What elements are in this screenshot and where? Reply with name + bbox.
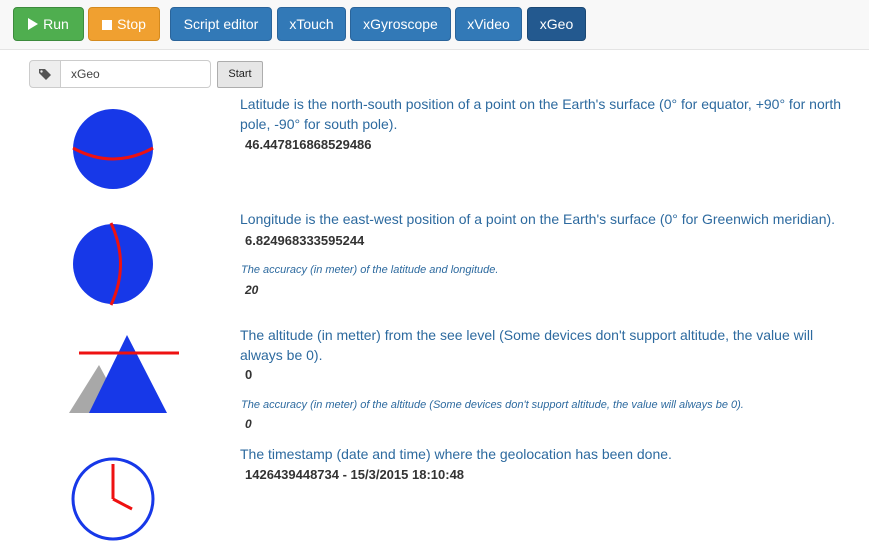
altitude-value: 0 (245, 367, 253, 382)
start-button[interactable]: Start (217, 61, 263, 88)
latitude-globe-icon (72, 109, 154, 189)
altitude-accuracy-description: The accuracy (in meter) of the altitude … (241, 399, 744, 411)
tab-xgeo[interactable]: xGeo (527, 7, 586, 41)
tab-script-editor[interactable]: Script editor (170, 7, 272, 41)
longitude-accuracy-value: 20 (245, 283, 259, 297)
stop-icon (102, 20, 113, 30)
longitude-value: 6.824968333595244 (245, 233, 365, 248)
tab-xvideo[interactable]: xVideo (455, 7, 522, 41)
run-button[interactable]: Run (13, 7, 84, 41)
longitude-accuracy-description: The accuracy (in meter) of the latitude … (241, 264, 499, 276)
longitude-description: Longitude is the east-west position of a… (240, 211, 836, 227)
toolbar: Run Stop Script editor xTouch xGyroscope… (0, 0, 869, 50)
altitude-description: The altitude (in metter) from the see le… (240, 327, 814, 363)
clock-icon (71, 457, 155, 541)
tag-addon (29, 60, 61, 88)
latitude-description: Latitude is the north-south position of … (240, 96, 842, 132)
latitude-value: 46.447816868529486 (245, 137, 372, 152)
longitude-globe-icon (73, 222, 153, 306)
timestamp-description: The timestamp (date and time) where the … (240, 446, 672, 462)
altitude-mountain-icon (69, 335, 179, 413)
stop-label: Stop (117, 16, 146, 32)
stop-button[interactable]: Stop (88, 7, 160, 41)
tab-xgyroscope[interactable]: xGyroscope (350, 7, 451, 41)
altitude-accuracy-value: 0 (245, 417, 252, 431)
tab-xtouch[interactable]: xTouch (277, 7, 346, 41)
tag-icon (39, 69, 51, 80)
play-icon (28, 18, 39, 30)
run-label: Run (43, 16, 69, 32)
timestamp-value: 1426439448734 - 15/3/2015 18:10:48 (245, 467, 465, 482)
plugin-name-input[interactable] (61, 60, 211, 88)
